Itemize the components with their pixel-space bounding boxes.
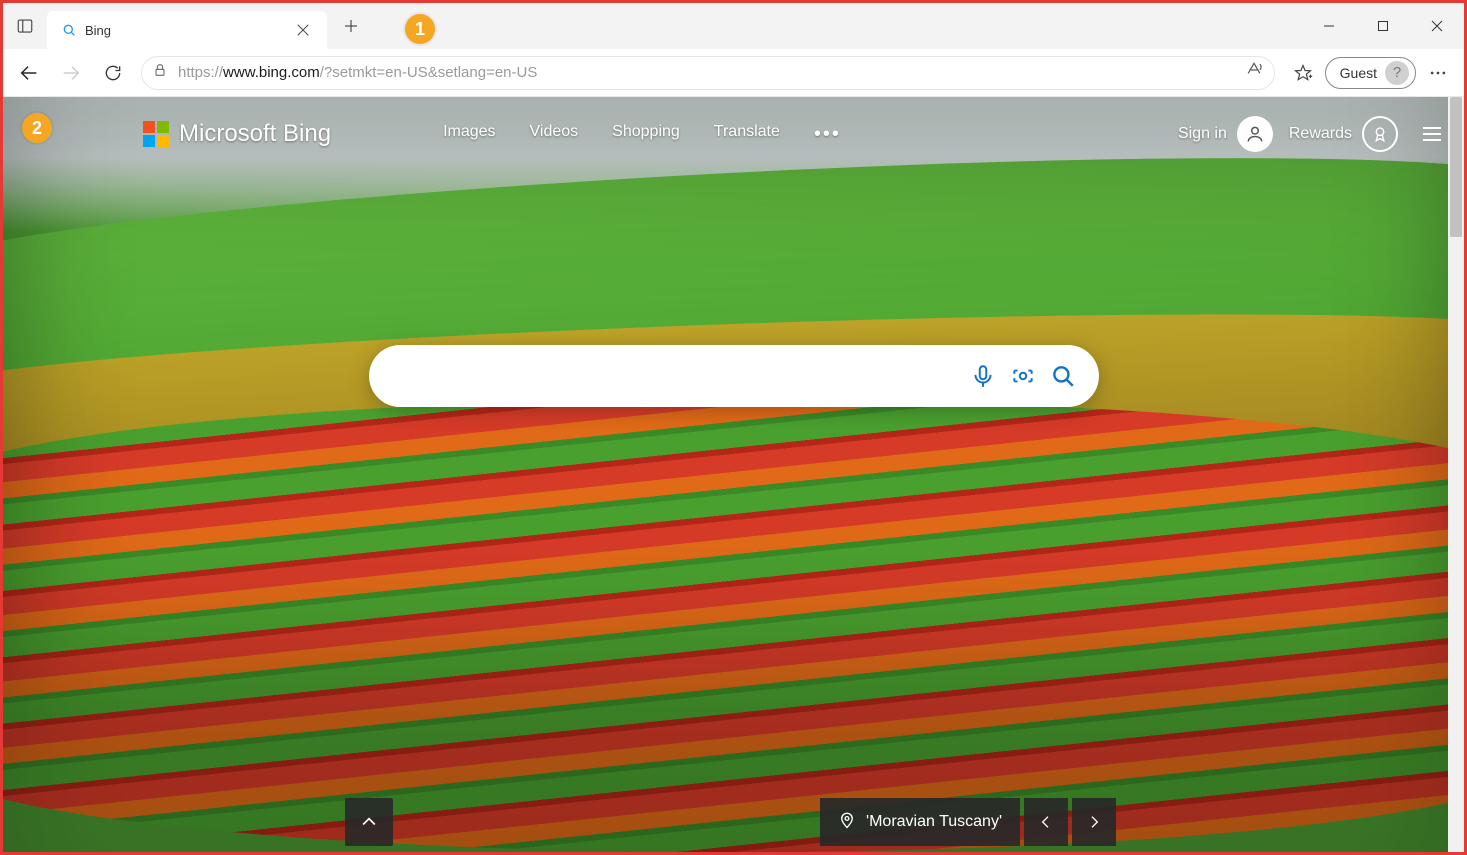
annotation-badge-2: 2 (22, 113, 52, 143)
window-maximize-button[interactable] (1356, 6, 1410, 46)
bing-favicon-icon (61, 22, 77, 38)
rewards-medal-icon (1362, 116, 1398, 152)
nav-back-button[interactable] (9, 53, 49, 93)
nav-more-button[interactable]: ••• (814, 123, 841, 146)
tab-actions-button[interactable] (3, 3, 47, 49)
guest-avatar-icon: ? (1385, 61, 1409, 85)
window-controls (1302, 6, 1464, 46)
user-icon (1237, 116, 1273, 152)
annotation-badge-1: 1 (405, 14, 435, 44)
nav-refresh-button[interactable] (93, 53, 133, 93)
background-prev-button[interactable] (1024, 798, 1068, 846)
tab-title: Bing (85, 23, 283, 38)
bing-header: Microsoft Bing Images Videos Shopping Tr… (3, 107, 1450, 161)
background-location-label: 'Moravian Tuscany' (866, 813, 1002, 831)
favorites-button[interactable] (1283, 53, 1323, 93)
rewards-label: Rewards (1289, 125, 1352, 143)
nav-images-link[interactable]: Images (443, 123, 495, 146)
nav-shopping-link[interactable]: Shopping (612, 123, 680, 146)
location-pin-icon (838, 811, 856, 834)
scrollbar-thumb[interactable] (1450, 97, 1462, 237)
bing-logo-text: Microsoft Bing (179, 120, 331, 148)
hamburger-menu-button[interactable] (1414, 116, 1450, 152)
window-close-button[interactable] (1410, 6, 1464, 46)
nav-forward-button[interactable] (51, 53, 91, 93)
voice-search-icon[interactable] (963, 356, 1003, 396)
address-bar[interactable]: https://www.bing.com/?setmkt=en-US&setla… (141, 56, 1275, 90)
expand-news-button[interactable] (345, 798, 393, 846)
vertical-scrollbar[interactable] (1448, 97, 1464, 852)
page-content: Microsoft Bing Images Videos Shopping Tr… (3, 97, 1464, 852)
tab-close-button[interactable] (291, 18, 315, 42)
new-tab-button[interactable] (335, 10, 367, 42)
nav-translate-link[interactable]: Translate (714, 123, 780, 146)
browser-menu-button[interactable] (1418, 53, 1458, 93)
browser-tab-active[interactable]: Bing (47, 11, 327, 49)
profile-guest-chip[interactable]: Guest ? (1325, 57, 1416, 89)
search-submit-icon[interactable] (1043, 356, 1083, 396)
bing-primary-nav: Images Videos Shopping Translate ••• (443, 123, 841, 146)
nav-videos-link[interactable]: Videos (530, 123, 579, 146)
background-next-button[interactable] (1072, 798, 1116, 846)
browser-toolbar: https://www.bing.com/?setmkt=en-US&setla… (3, 49, 1464, 97)
window-minimize-button[interactable] (1302, 6, 1356, 46)
rewards-link[interactable]: Rewards (1289, 116, 1398, 152)
browser-tab-strip: Bing (3, 3, 1464, 49)
image-search-icon[interactable] (1003, 356, 1043, 396)
site-lock-icon[interactable] (152, 62, 168, 83)
background-info-bar: 'Moravian Tuscany' (820, 798, 1116, 846)
background-image (3, 97, 1464, 852)
microsoft-logo-icon (143, 121, 169, 147)
search-input[interactable] (397, 366, 963, 387)
profile-label: Guest (1340, 65, 1377, 81)
read-aloud-icon[interactable] (1244, 60, 1264, 85)
signin-label: Sign in (1178, 125, 1227, 143)
search-box[interactable] (369, 345, 1099, 407)
address-bar-url: https://www.bing.com/?setmkt=en-US&setla… (178, 64, 537, 81)
background-location-chip[interactable]: 'Moravian Tuscany' (820, 798, 1020, 846)
bing-logo[interactable]: Microsoft Bing (143, 120, 331, 148)
signin-link[interactable]: Sign in (1178, 116, 1273, 152)
